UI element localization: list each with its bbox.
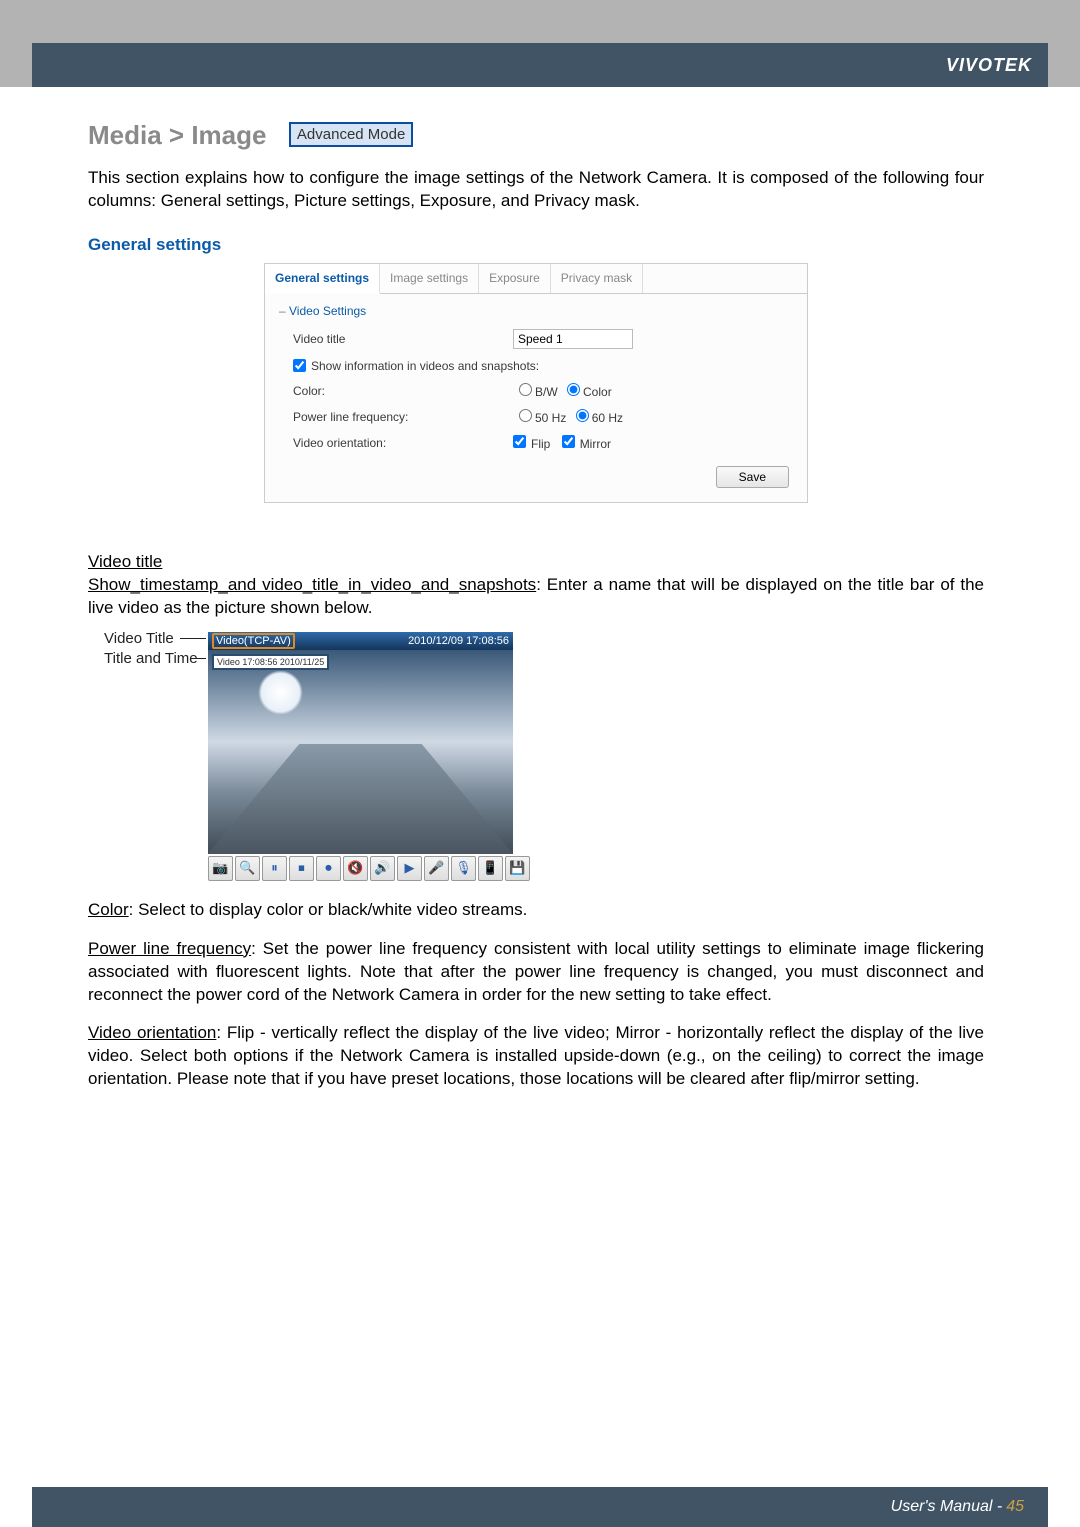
video-title-label: Video title [293, 332, 513, 346]
orientation-paragraph: Video orientation: Flip - vertically ref… [88, 1022, 984, 1091]
tool-mic2-icon[interactable]: 🎙 [451, 856, 476, 881]
page-title: Media > Image [88, 120, 266, 151]
tool-play-icon[interactable]: ▶ [397, 856, 422, 881]
color-paragraph: Color: Select to display color or black/… [88, 899, 984, 922]
flip-label: Flip [531, 437, 550, 451]
tabs: General settings Image settings Exposure… [265, 264, 807, 294]
callout-line-2 [196, 658, 206, 659]
tool-zoom-icon[interactable]: 🔍 [235, 856, 260, 881]
video-time-overlay: Video 17:08:56 2010/11/25 [212, 654, 329, 670]
tool-volume-icon[interactable]: 🔊 [370, 856, 395, 881]
callout-line-1 [180, 638, 206, 639]
tab-general-settings[interactable]: General settings [265, 264, 380, 294]
plf-head: Power line frequency [88, 939, 251, 958]
tool-stop-icon[interactable]: ⏹ [289, 856, 314, 881]
intro-text: This section explains how to configure t… [88, 167, 984, 213]
callout-title-and-time: Title and Time [104, 650, 198, 667]
brand-logo: VIVOTEK [946, 55, 1032, 76]
callout-video-title: Video Title [104, 630, 174, 647]
video-timestamp: 2010/12/09 17:08:56 [408, 635, 509, 647]
plf-60-text: 60 Hz [592, 411, 623, 425]
tab-image-settings[interactable]: Image settings [380, 264, 479, 293]
tool-pause-icon[interactable]: ⏸ [262, 856, 287, 881]
video-titlebar: Video(TCP-AV) 2010/12/09 17:08:56 [208, 632, 513, 650]
video-title-section: Video title Show_timestamp_and video_tit… [88, 551, 984, 620]
video-title-underline: Video title [88, 552, 162, 571]
show-timestamp-underline: Show_timestamp_and video_title_in_video_… [88, 575, 536, 594]
color-rest: : Select to display color or black/white… [129, 900, 528, 919]
orient-rest: : Flip - vertically reflect the display … [88, 1023, 984, 1088]
footer-label: User's Manual - [891, 1498, 1003, 1516]
tab-exposure[interactable]: Exposure [479, 264, 551, 293]
plf-label: Power line frequency: [293, 410, 513, 424]
tab-privacy-mask[interactable]: Privacy mask [551, 264, 643, 293]
tool-fullscreen-icon[interactable]: 📱 [478, 856, 503, 881]
orient-head: Video orientation [88, 1023, 216, 1042]
video-preview-area: Video Title Title and Time Video(TCP-AV)… [88, 632, 984, 887]
save-button[interactable]: Save [716, 466, 789, 488]
mirror-label: Mirror [580, 437, 611, 451]
color-head: Color [88, 900, 129, 919]
video-toolbar: 📷 🔍 ⏸ ⏹ ⏺ 🔇 🔊 ▶ 🎤 🎙 📱 💾 [208, 856, 530, 881]
tool-record-icon[interactable]: ⏺ [316, 856, 341, 881]
general-settings-heading: General settings [88, 235, 984, 255]
color-color-radio[interactable] [567, 383, 580, 396]
footer: User's Manual - 45 [32, 1487, 1048, 1527]
video-scene [208, 650, 513, 854]
video-title-overlay: Video(TCP-AV) [212, 633, 295, 649]
flip-checkbox[interactable] [513, 435, 526, 448]
video-settings-group: Video Settings [265, 294, 807, 324]
show-info-label: Show information in videos and snapshots… [311, 359, 539, 373]
video-title-input[interactable] [513, 329, 633, 349]
page-number: 45 [1006, 1498, 1024, 1516]
tool-save-icon[interactable]: 💾 [505, 856, 530, 881]
color-label: Color: [293, 384, 513, 398]
plf-50-text: 50 Hz [535, 411, 566, 425]
color-color-text: Color [583, 385, 612, 399]
plf-paragraph: Power line frequency: Set the power line… [88, 938, 984, 1007]
color-bw-text: B/W [535, 385, 558, 399]
plf-50-radio[interactable] [519, 409, 532, 422]
color-bw-radio[interactable] [519, 383, 532, 396]
tool-mute-icon[interactable]: 🔇 [343, 856, 368, 881]
tool-mic-icon[interactable]: 🎤 [424, 856, 449, 881]
plf-60-radio[interactable] [576, 409, 589, 422]
settings-panel: General settings Image settings Exposure… [264, 263, 808, 503]
mirror-checkbox[interactable] [562, 435, 575, 448]
orientation-label: Video orientation: [293, 436, 513, 450]
advanced-mode-badge: Advanced Mode [289, 122, 413, 147]
video-frame: Video(TCP-AV) 2010/12/09 17:08:56 Video … [208, 632, 513, 854]
show-info-checkbox[interactable] [293, 359, 306, 372]
tool-snapshot-icon[interactable]: 📷 [208, 856, 233, 881]
